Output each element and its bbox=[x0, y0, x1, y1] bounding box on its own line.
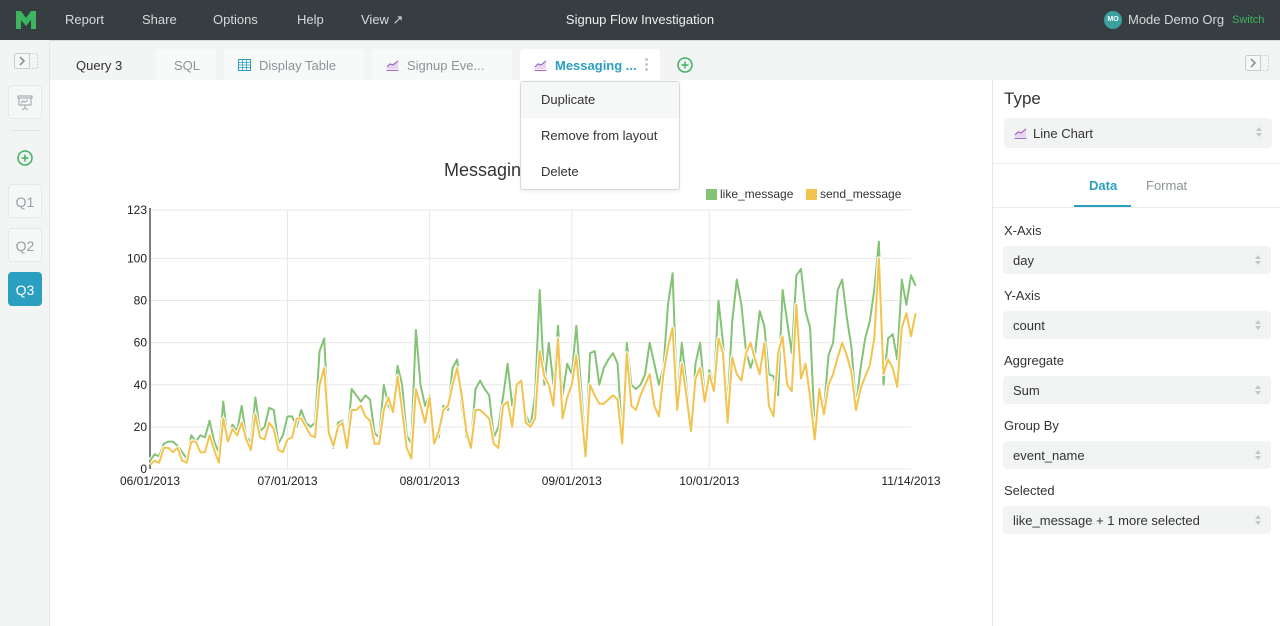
tab-display-table[interactable]: Display Table bbox=[224, 49, 364, 81]
tab-bar: Query 3 SQL Display Table Signup Eve... bbox=[50, 40, 1280, 81]
report-title[interactable]: Signup Flow Investigation bbox=[566, 12, 714, 27]
query-button-q1[interactable]: Q1 bbox=[8, 184, 42, 218]
selected-label: Selected bbox=[1004, 483, 1055, 498]
x-axis-label: X-Axis bbox=[1004, 223, 1042, 238]
tab-label: Messaging ... bbox=[555, 57, 637, 73]
tab-label: Signup Eve... bbox=[407, 57, 485, 73]
toggle-side-panel-icon[interactable] bbox=[1245, 55, 1269, 71]
select-arrows-icon bbox=[1255, 385, 1261, 395]
aggregate-label: Aggregate bbox=[1004, 353, 1064, 368]
query-button-q3[interactable]: Q3 bbox=[8, 272, 42, 306]
panel-tab-data[interactable]: Data bbox=[1089, 178, 1117, 193]
tab-messaging[interactable]: Messaging ... bbox=[520, 49, 660, 81]
tab-sql[interactable]: SQL bbox=[156, 49, 216, 81]
top-navigation-bar: Report Share Options Help View ↗ Signup … bbox=[0, 0, 1280, 40]
add-tab-icon[interactable] bbox=[677, 57, 693, 73]
group-by-value: event_name bbox=[1013, 447, 1085, 463]
tab-signup-events[interactable]: Signup Eve... bbox=[372, 49, 512, 81]
select-arrows-icon bbox=[1255, 255, 1261, 265]
select-arrows-icon bbox=[1255, 450, 1261, 460]
y-tick-label: 100 bbox=[127, 251, 147, 265]
x-tick-label: 11/14/2013 bbox=[881, 474, 940, 488]
nav-report[interactable]: Report bbox=[65, 12, 104, 27]
expand-panel-icon[interactable] bbox=[14, 53, 38, 69]
divider bbox=[993, 207, 1280, 208]
report-builder-button[interactable] bbox=[8, 85, 42, 119]
y-tick-label: 123 bbox=[127, 203, 147, 217]
group-by-label: Group By bbox=[1004, 418, 1059, 433]
x-tick-label: 08/01/2013 bbox=[400, 474, 460, 488]
query-button-q2[interactable]: Q2 bbox=[8, 228, 42, 262]
tab-query-3[interactable]: Query 3 bbox=[62, 49, 152, 81]
chart-type-select[interactable]: Line Chart bbox=[1004, 118, 1272, 148]
tab-label: Display Table bbox=[259, 57, 337, 73]
nav-help[interactable]: Help bbox=[297, 12, 324, 27]
panel-tab-format[interactable]: Format bbox=[1146, 178, 1187, 193]
y-axis-select[interactable]: count bbox=[1003, 311, 1271, 339]
divider bbox=[993, 163, 1280, 164]
x-axis-select[interactable]: day bbox=[1003, 246, 1271, 274]
menu-item-delete[interactable]: Delete bbox=[521, 154, 679, 190]
tab-context-menu: Duplicate Remove from layout Delete bbox=[520, 81, 680, 190]
line-chart-icon bbox=[1014, 127, 1027, 139]
y-axis-label: Y-Axis bbox=[1004, 288, 1041, 303]
tab-label: SQL bbox=[174, 57, 201, 73]
x-axis-value: day bbox=[1013, 252, 1034, 268]
rail-divider bbox=[10, 130, 40, 131]
menu-item-remove-from-layout[interactable]: Remove from layout bbox=[521, 118, 679, 154]
org-avatar[interactable]: MO bbox=[1104, 11, 1122, 29]
left-rail: Q1 Q2 Q3 bbox=[0, 40, 50, 626]
presentation-icon bbox=[17, 95, 33, 111]
add-query-icon[interactable] bbox=[17, 150, 33, 166]
select-arrows-icon bbox=[1256, 127, 1262, 137]
x-tick-label: 07/01/2013 bbox=[257, 474, 317, 488]
table-icon bbox=[238, 59, 251, 71]
y-tick-label: 80 bbox=[134, 294, 148, 308]
menu-item-duplicate[interactable]: Duplicate bbox=[521, 82, 679, 118]
selected-values-value: like_message + 1 more selected bbox=[1013, 512, 1200, 528]
mode-logo-icon[interactable] bbox=[16, 11, 36, 29]
aggregate-value: Sum bbox=[1013, 382, 1040, 398]
y-axis-value: count bbox=[1013, 317, 1045, 333]
chart-type-value: Line Chart bbox=[1033, 125, 1093, 141]
group-by-select[interactable]: event_name bbox=[1003, 441, 1271, 469]
select-arrows-icon bbox=[1255, 320, 1261, 330]
select-arrows-icon bbox=[1255, 515, 1261, 525]
aggregate-select[interactable]: Sum bbox=[1003, 376, 1271, 404]
line-chart-icon bbox=[386, 59, 399, 71]
x-tick-label: 06/01/2013 bbox=[120, 474, 180, 488]
line-chart-icon bbox=[534, 59, 547, 71]
switch-org-link[interactable]: Switch bbox=[1232, 14, 1264, 26]
selected-values-select[interactable]: like_message + 1 more selected bbox=[1003, 506, 1271, 534]
y-tick-label: 40 bbox=[134, 378, 148, 392]
x-tick-label: 10/01/2013 bbox=[679, 474, 739, 488]
tab-more-options-icon[interactable] bbox=[645, 58, 648, 72]
nav-view[interactable]: View ↗ bbox=[361, 12, 403, 28]
nav-options[interactable]: Options bbox=[213, 12, 258, 27]
tab-label: Query 3 bbox=[76, 57, 123, 73]
x-tick-label: 09/01/2013 bbox=[542, 474, 602, 488]
y-tick-label: 20 bbox=[134, 420, 148, 434]
nav-share[interactable]: Share bbox=[142, 12, 177, 27]
org-name[interactable]: Mode Demo Org bbox=[1128, 12, 1224, 27]
y-tick-label: 60 bbox=[134, 336, 148, 350]
type-heading: Type bbox=[1004, 89, 1041, 108]
chart-settings-panel: Type Line Chart Data Format X-Axis day Y… bbox=[992, 80, 1280, 626]
